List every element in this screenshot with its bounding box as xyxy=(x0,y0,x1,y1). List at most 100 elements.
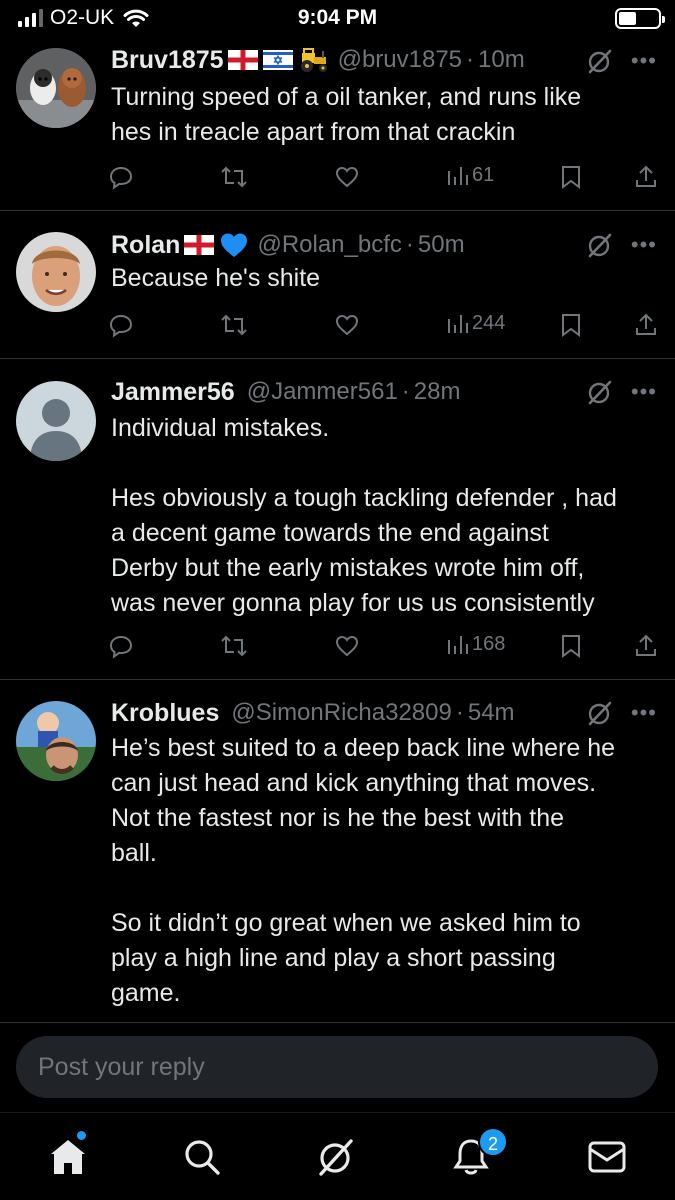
more-options-icon[interactable]: ••• xyxy=(631,232,657,258)
reply-icon xyxy=(109,314,133,338)
repost-icon xyxy=(221,166,247,188)
views-count: 244 xyxy=(472,312,506,334)
display-name[interactable]: Rolan xyxy=(111,231,180,260)
reply-composer: Post your reply xyxy=(0,1022,675,1112)
notifications-badge: 2 xyxy=(478,1127,508,1157)
tweet-kroblues[interactable]: Kroblues @SimonRicha32809 · 54m ••• He’s… xyxy=(0,680,675,1022)
share-button[interactable] xyxy=(634,164,658,190)
grok-icon[interactable] xyxy=(587,379,613,405)
israel-flag-icon xyxy=(262,50,293,70)
status-bar: O2-UK 9:04 PM xyxy=(0,0,675,36)
reply-button[interactable] xyxy=(108,633,134,659)
tweet-actions: 244 xyxy=(108,312,658,342)
home-icon xyxy=(51,1140,85,1174)
reply-icon xyxy=(109,166,133,190)
reply-input[interactable]: Post your reply xyxy=(16,1036,658,1098)
bookmark-icon xyxy=(562,314,580,337)
like-button[interactable] xyxy=(334,312,360,338)
handle[interactable]: @bruv1875 xyxy=(338,46,462,74)
views-icon xyxy=(448,635,468,654)
more-options-icon[interactable]: ••• xyxy=(631,700,657,726)
more-options-icon[interactable]: ••• xyxy=(631,48,657,74)
heart-icon xyxy=(335,635,359,657)
avatar[interactable] xyxy=(16,48,96,128)
avatar[interactable] xyxy=(16,701,96,781)
blue-heart-icon xyxy=(221,233,248,257)
repost-button[interactable] xyxy=(220,633,248,659)
tweet-bruv1875[interactable]: Bruv1875 @bruv1875 · 10m ••• Turning spe… xyxy=(0,36,675,210)
tweet-jammer56[interactable]: Jammer56 @Jammer561 · 28m ••• Individual… xyxy=(0,359,675,679)
tractor-emoji-icon xyxy=(300,48,327,72)
repost-icon xyxy=(221,635,247,657)
repost-button[interactable] xyxy=(220,312,248,338)
heart-icon xyxy=(335,166,359,188)
bottom-nav: 2 xyxy=(0,1112,675,1200)
divider xyxy=(0,1022,675,1023)
nav-grok[interactable] xyxy=(314,1135,358,1179)
handle[interactable]: @SimonRicha32809 xyxy=(231,699,452,727)
grok-icon[interactable] xyxy=(587,48,613,74)
england-flag-icon xyxy=(227,50,258,70)
tweet-text: He’s best suited to a deep back line whe… xyxy=(111,734,616,1007)
tweet-text: Because he's shite xyxy=(111,264,321,292)
like-button[interactable] xyxy=(334,164,360,190)
views-count: 61 xyxy=(472,164,495,186)
repost-icon xyxy=(221,314,247,336)
share-icon xyxy=(636,634,656,656)
reply-button[interactable] xyxy=(108,164,134,190)
display-name[interactable]: Jammer56 xyxy=(111,378,235,407)
nav-messages[interactable] xyxy=(585,1135,629,1179)
separator: · xyxy=(455,699,464,726)
repost-button[interactable] xyxy=(220,164,248,190)
separator: · xyxy=(401,378,410,405)
share-button[interactable] xyxy=(634,633,658,659)
nav-home[interactable] xyxy=(46,1135,90,1179)
timestamp[interactable]: 54m xyxy=(468,699,515,727)
timestamp[interactable]: 10m xyxy=(478,46,525,74)
heart-icon xyxy=(335,314,359,336)
grok-icon[interactable] xyxy=(587,700,613,726)
tweet-rolan[interactable]: Rolan @Rolan_bcfc · 50m ••• Because he's… xyxy=(0,211,675,358)
tweet-actions: 61 xyxy=(108,164,658,194)
search-icon xyxy=(185,1140,220,1175)
avatar[interactable] xyxy=(16,232,96,312)
tweet-actions: 168 xyxy=(108,633,658,663)
bookmark-button[interactable] xyxy=(560,633,582,659)
views-icon xyxy=(448,166,468,185)
clock: 9:04 PM xyxy=(297,6,378,29)
separator: · xyxy=(405,231,414,258)
handle[interactable]: @Jammer561 xyxy=(247,378,398,406)
messages-icon xyxy=(588,1141,626,1173)
nav-search[interactable] xyxy=(180,1135,224,1179)
display-name[interactable]: Bruv1875 xyxy=(111,46,224,75)
more-options-icon[interactable]: ••• xyxy=(631,379,657,405)
views-icon xyxy=(448,314,468,333)
handle[interactable]: @Rolan_bcfc xyxy=(257,231,401,259)
share-icon xyxy=(636,165,656,187)
display-name[interactable]: Kroblues xyxy=(111,699,219,728)
views-button[interactable]: 61 xyxy=(446,164,494,187)
tweet-text: Individual mistakes. Hes obviously a tou… xyxy=(111,414,617,617)
views-button[interactable]: 168 xyxy=(446,633,505,656)
bookmark-button[interactable] xyxy=(560,312,582,338)
grok-icon xyxy=(319,1139,353,1176)
timestamp[interactable]: 28m xyxy=(414,378,461,406)
reply-button[interactable] xyxy=(108,312,134,338)
views-button[interactable]: 244 xyxy=(446,312,505,335)
like-button[interactable] xyxy=(334,633,360,659)
home-unread-dot xyxy=(77,1131,86,1140)
share-icon xyxy=(636,313,656,335)
avatar[interactable] xyxy=(16,381,96,461)
bookmark-icon xyxy=(562,166,580,189)
views-count: 168 xyxy=(472,633,506,655)
tweet-text: Turning speed of a oil tanker, and runs … xyxy=(111,83,582,146)
separator: · xyxy=(466,46,475,73)
share-button[interactable] xyxy=(634,312,658,338)
england-flag-icon xyxy=(184,235,215,255)
reply-icon xyxy=(109,635,133,659)
bookmark-icon xyxy=(562,635,580,658)
bookmark-button[interactable] xyxy=(560,164,582,190)
timestamp[interactable]: 50m xyxy=(418,231,465,259)
grok-icon[interactable] xyxy=(587,232,613,258)
battery-icon xyxy=(615,8,665,29)
